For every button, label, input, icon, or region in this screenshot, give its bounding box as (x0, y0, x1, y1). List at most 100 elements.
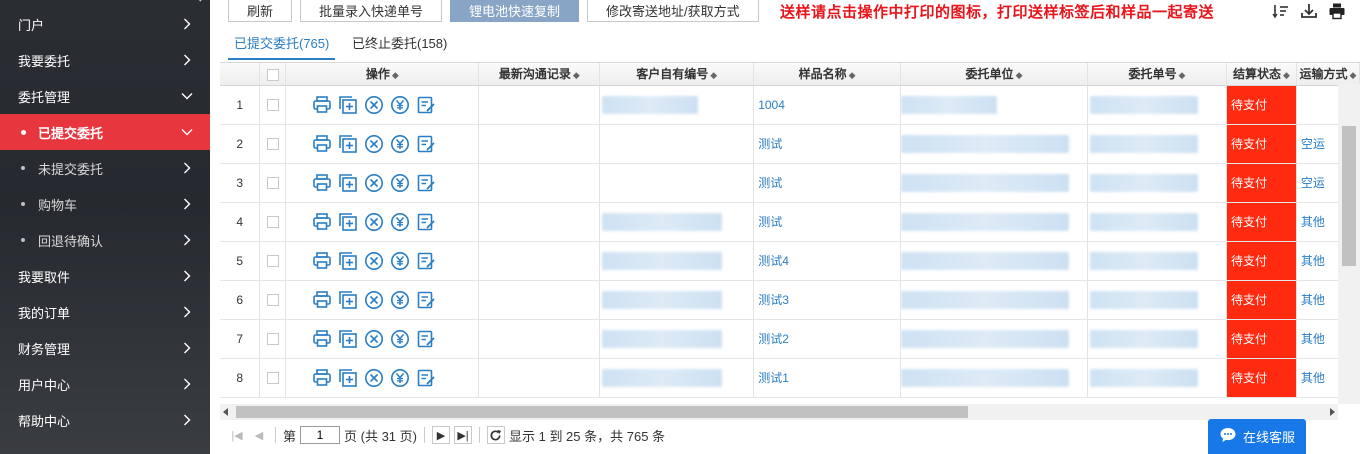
print-icon[interactable] (1328, 2, 1346, 20)
table-row[interactable]: 7 测试2 待支付 其他 (220, 319, 1360, 359)
edit-icon[interactable] (416, 212, 436, 232)
table-row[interactable]: 1 1004 待支付 (220, 85, 1360, 125)
horizontal-scroll-thumb[interactable] (236, 406, 968, 418)
edit-icon[interactable] (416, 95, 436, 115)
refresh-button[interactable]: 刷新 (228, 0, 293, 22)
col-header-settle-status[interactable]: 结算状态 ◆ (1226, 63, 1297, 86)
scroll-left-arrow[interactable] (223, 408, 228, 416)
yen-pay-icon[interactable] (390, 212, 410, 232)
row-checkbox[interactable] (259, 163, 287, 203)
edit-icon[interactable] (416, 329, 436, 349)
last-page-icon[interactable]: ▶| (453, 426, 472, 444)
print-icon[interactable] (312, 368, 332, 388)
select-all-checkbox[interactable] (259, 63, 287, 86)
col-header-ops[interactable]: 操作 ◆ (285, 63, 480, 86)
cancel-icon[interactable] (364, 329, 384, 349)
sidebar-item-9[interactable]: 财务管理 (0, 330, 210, 366)
row-checkbox[interactable] (259, 358, 287, 398)
print-icon[interactable] (312, 251, 332, 271)
col-header-customer-no[interactable]: 客户自有编号 ◆ (599, 63, 755, 86)
col-header-sample-name[interactable]: 样品名称 ◆ (753, 63, 902, 86)
tab-terminated[interactable]: 已终止委托(158) (346, 30, 453, 60)
add-icon[interactable] (338, 290, 358, 310)
col-header-order-no[interactable]: 委托单号 ◆ (1087, 63, 1227, 86)
sidebar-item-10[interactable]: 用户中心 (0, 366, 210, 402)
horizontal-scrollbar[interactable] (220, 404, 1338, 420)
sample-name-link[interactable]: 测试4 (753, 241, 902, 281)
row-checkbox[interactable] (259, 85, 287, 125)
cancel-icon[interactable] (364, 251, 384, 271)
cancel-icon[interactable] (364, 134, 384, 154)
cancel-icon[interactable] (364, 368, 384, 388)
sidebar-item-11[interactable]: 帮助中心 (0, 402, 210, 438)
print-icon[interactable] (312, 329, 332, 349)
table-row[interactable]: 4 测试 待支付 其他 (220, 202, 1360, 242)
yen-pay-icon[interactable] (390, 95, 410, 115)
next-page-icon[interactable]: ▶ (431, 426, 450, 444)
row-checkbox[interactable] (259, 202, 287, 242)
modify-address-button[interactable]: 修改寄送地址/获取方式 (587, 0, 759, 22)
vertical-scrollbar[interactable] (1338, 84, 1360, 404)
add-icon[interactable] (338, 95, 358, 115)
row-checkbox[interactable] (259, 124, 287, 164)
add-icon[interactable] (338, 212, 358, 232)
online-service-button[interactable]: 在线客服 (1208, 419, 1306, 454)
yen-pay-icon[interactable] (390, 368, 410, 388)
table-row[interactable]: 2 测试 待支付 空运 (220, 124, 1360, 164)
prev-page-icon[interactable]: ◀ (250, 426, 268, 444)
add-icon[interactable] (338, 368, 358, 388)
sort-columns-icon[interactable] (1272, 2, 1290, 20)
sidebar-item-1[interactable]: 我要委托 (0, 42, 210, 78)
edit-icon[interactable] (416, 368, 436, 388)
sidebar-item-2[interactable]: 委托管理 (0, 78, 210, 114)
scroll-right-arrow[interactable] (1330, 408, 1335, 416)
yen-pay-icon[interactable] (390, 329, 410, 349)
cancel-icon[interactable] (364, 173, 384, 193)
add-icon[interactable] (338, 134, 358, 154)
table-row[interactable]: 6 测试3 待支付 其他 (220, 280, 1360, 320)
table-row[interactable]: 5 测试4 待支付 其他 (220, 241, 1360, 281)
sample-name-link[interactable]: 测试 (753, 202, 902, 242)
print-icon[interactable] (312, 95, 332, 115)
tab-submitted[interactable]: 已提交委托(765) (228, 30, 336, 60)
edit-icon[interactable] (416, 251, 436, 271)
edit-icon[interactable] (416, 290, 436, 310)
batch-express-button[interactable]: 批量录入快递单号 (300, 0, 443, 22)
print-icon[interactable] (312, 290, 332, 310)
cancel-icon[interactable] (364, 290, 384, 310)
row-checkbox[interactable] (259, 319, 287, 359)
table-row[interactable]: 3 测试 待支付 空运 (220, 163, 1360, 203)
sidebar-item-8[interactable]: 我的订单 (0, 294, 210, 330)
yen-pay-icon[interactable] (390, 251, 410, 271)
sample-name-link[interactable]: 测试 (753, 124, 902, 164)
page-number-input[interactable] (300, 426, 341, 444)
add-icon[interactable] (338, 173, 358, 193)
sidebar-item-7[interactable]: 我要取件 (0, 258, 210, 294)
add-icon[interactable] (338, 251, 358, 271)
refresh-icon[interactable] (486, 426, 505, 444)
sidebar-item-4[interactable]: 未提交委托 (0, 150, 210, 186)
print-icon[interactable] (312, 173, 332, 193)
sample-name-link[interactable]: 测试 (753, 163, 902, 203)
sample-name-link[interactable]: 1004 (753, 85, 902, 125)
yen-pay-icon[interactable] (390, 290, 410, 310)
row-checkbox[interactable] (259, 280, 287, 320)
sample-name-link[interactable]: 测试2 (753, 319, 902, 359)
battery-copy-button[interactable]: 锂电池快速复制 (450, 0, 580, 22)
edit-icon[interactable] (416, 173, 436, 193)
cancel-icon[interactable] (364, 212, 384, 232)
download-icon[interactable] (1300, 2, 1318, 20)
col-header-latest-comm[interactable]: 最新沟通记录 ◆ (478, 63, 601, 86)
cancel-icon[interactable] (364, 95, 384, 115)
col-header-transport[interactable]: 运输方式 ◆ (1296, 63, 1360, 86)
sidebar-item-6[interactable]: 回退待确认 (0, 222, 210, 258)
add-icon[interactable] (338, 329, 358, 349)
yen-pay-icon[interactable] (390, 173, 410, 193)
sidebar-item-5[interactable]: 购物车 (0, 186, 210, 222)
vertical-scroll-thumb[interactable] (1342, 126, 1356, 266)
row-checkbox[interactable] (259, 241, 287, 281)
print-icon[interactable] (312, 134, 332, 154)
print-icon[interactable] (312, 212, 332, 232)
yen-pay-icon[interactable] (390, 134, 410, 154)
sidebar-item-3[interactable]: 已提交委托 (0, 114, 210, 150)
